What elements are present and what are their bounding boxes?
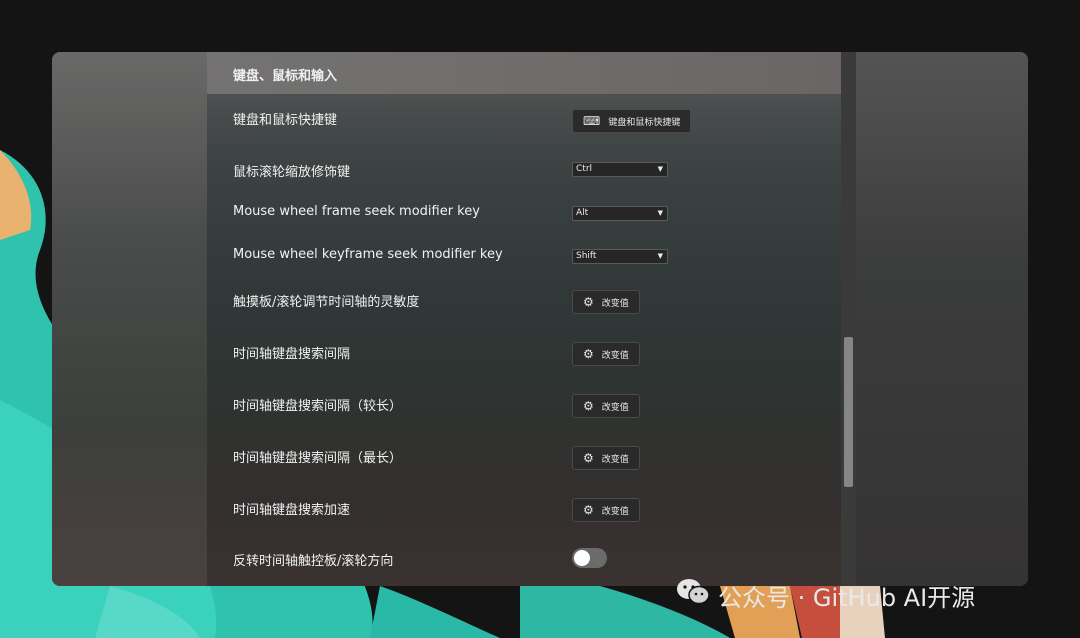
search-accel-change-button[interactable]: ⚙ 改变值 <box>572 498 640 522</box>
blurred-right-panel <box>856 52 1028 586</box>
search-interval-change-button[interactable]: ⚙ 改变值 <box>572 342 640 366</box>
search-interval-button-label: 改变值 <box>601 350 629 361</box>
reverse-direction-toggle[interactable] <box>572 548 607 568</box>
search-accel-label: 时间轴键盘搜索加速 <box>233 503 351 518</box>
toggle-knob <box>574 550 590 566</box>
search-interval-longest-label: 时间轴键盘搜索间隔（最长） <box>233 451 403 466</box>
frame-seek-label: Mouse wheel frame seek modifier key <box>233 204 480 219</box>
keyframe-seek-select[interactable]: Shift ▼ <box>572 249 668 264</box>
search-interval-long-label: 时间轴键盘搜索间隔（较长） <box>233 399 403 414</box>
wechat-icon <box>676 578 710 613</box>
blurred-left-panel <box>52 52 207 586</box>
keyboard-icon: ⌨ <box>583 114 601 128</box>
sensitivity-button-label: 改变值 <box>601 298 629 309</box>
search-accel-button-label: 改变值 <box>601 506 629 517</box>
zoom-modifier-select[interactable]: Ctrl ▼ <box>572 162 668 177</box>
gear-icon: ⚙ <box>583 347 594 361</box>
frame-seek-value: Alt <box>576 208 589 218</box>
section-title: 键盘、鼠标和输入 <box>233 69 338 84</box>
zoom-modifier-value: Ctrl <box>576 164 593 174</box>
shortcuts-button-label: 键盘和鼠标快捷键 <box>608 117 681 128</box>
sensitivity-label: 触摸板/滚轮调节时间轴的灵敏度 <box>233 295 420 310</box>
scrollbar-thumb[interactable] <box>844 337 853 487</box>
chevron-down-icon: ▼ <box>657 252 663 260</box>
reverse-direction-label: 反转时间轴触控板/滚轮方向 <box>233 554 394 569</box>
preferences-dialog: 键盘、鼠标和输入 键盘和鼠标快捷键 ⌨ 键盘和鼠标快捷键 鼠标滚轮缩放修饰键 C… <box>52 52 1028 586</box>
vertical-scrollbar[interactable] <box>841 52 856 586</box>
chevron-down-icon: ▼ <box>657 165 663 173</box>
watermark-text: 公众号 · GitHub AI开源 <box>718 584 976 612</box>
keyframe-seek-value: Shift <box>576 251 597 261</box>
gear-icon: ⚙ <box>583 503 594 517</box>
zoom-modifier-label: 鼠标滚轮缩放修饰键 <box>233 165 351 180</box>
gear-icon: ⚙ <box>583 295 594 309</box>
keyframe-seek-label: Mouse wheel keyframe seek modifier key <box>233 247 503 262</box>
search-interval-long-change-button[interactable]: ⚙ 改变值 <box>572 394 640 418</box>
frame-seek-select[interactable]: Alt ▼ <box>572 206 668 221</box>
shortcuts-label: 键盘和鼠标快捷键 <box>233 113 338 128</box>
gear-icon: ⚙ <box>583 399 594 413</box>
sensitivity-change-button[interactable]: ⚙ 改变值 <box>572 290 640 314</box>
chevron-down-icon: ▼ <box>657 209 663 217</box>
section-header: 键盘、鼠标和输入 <box>207 52 841 94</box>
search-interval-label: 时间轴键盘搜索间隔 <box>233 347 351 362</box>
gear-icon: ⚙ <box>583 451 594 465</box>
search-interval-longest-change-button[interactable]: ⚙ 改变值 <box>572 446 640 470</box>
watermark: 公众号 · GitHub AI开源 <box>676 578 975 613</box>
search-interval-longest-button-label: 改变值 <box>601 454 629 465</box>
search-interval-long-button-label: 改变值 <box>601 402 629 413</box>
shortcuts-button[interactable]: ⌨ 键盘和鼠标快捷键 <box>572 109 692 133</box>
